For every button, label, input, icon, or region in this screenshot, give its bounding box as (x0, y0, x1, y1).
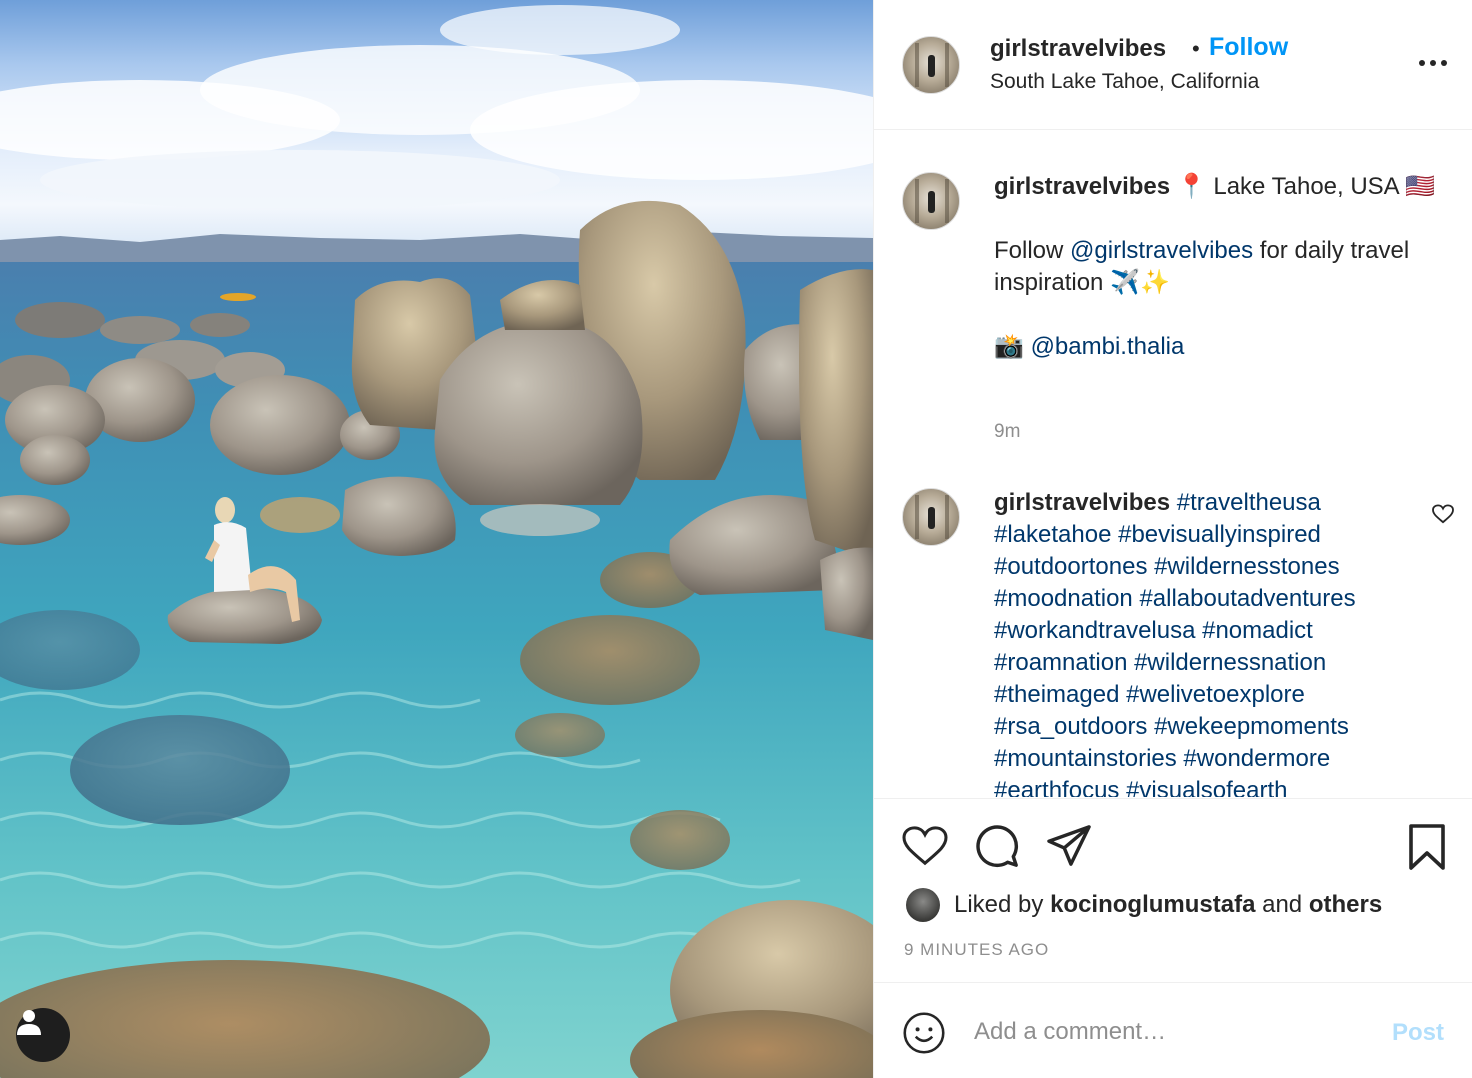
liked-by: Liked by kocinoglumustafa and others (906, 887, 1382, 923)
caption-time[interactable]: 9m (994, 421, 1020, 443)
comment-username[interactable]: girlstravelvibes (994, 489, 1170, 516)
flag-emoji: 🇺🇸 (1405, 173, 1435, 200)
post-actions: Liked by kocinoglumustafa and others 9 M… (874, 798, 1472, 982)
follow-button[interactable]: Follow (1209, 33, 1288, 62)
emoji-icon[interactable] (902, 1011, 946, 1060)
add-comment-bar: Post (874, 982, 1472, 1078)
save-bookmark-icon[interactable] (1406, 823, 1448, 876)
separator-dot: • (1192, 36, 1200, 61)
post-side-panel: girlstravelvibes • Follow South Lake Tah… (873, 0, 1472, 1078)
mention-photographer[interactable]: @bambi.thalia (1031, 333, 1185, 360)
share-paper-plane-icon[interactable] (1046, 825, 1092, 872)
mention-main[interactable]: @girlstravelvibes (1070, 237, 1253, 264)
post-header: girlstravelvibes • Follow South Lake Tah… (874, 0, 1472, 130)
location-link[interactable]: South Lake Tahoe, California (990, 70, 1259, 94)
post-comment-button[interactable]: Post (1392, 1019, 1444, 1047)
pin-emoji: 📍 (1176, 173, 1207, 200)
header-username[interactable]: girlstravelvibes (990, 35, 1166, 63)
caption-text: girlstravelvibes 📍 Lake Tahoe, USA 🇺🇸 Fo… (994, 171, 1456, 363)
caption-follow-prefix: Follow (994, 237, 1071, 264)
caption-avatar[interactable] (902, 172, 960, 230)
user-icon (17, 1010, 41, 1035)
comment-input[interactable] (974, 1009, 1374, 1055)
caption-location: Lake Tahoe, USA (1206, 173, 1406, 200)
liked-mid: and (1262, 891, 1303, 918)
liked-user[interactable]: kocinoglumustafa (1050, 891, 1255, 919)
post-time[interactable]: 9 MINUTES AGO (904, 940, 1049, 960)
user-tag-button[interactable] (16, 1008, 70, 1062)
like-comment-heart-icon[interactable] (1432, 504, 1454, 529)
more-options-icon[interactable] (1418, 54, 1448, 72)
like-heart-icon[interactable] (902, 825, 948, 872)
comment-bubble-icon[interactable] (974, 823, 1020, 874)
comments-area[interactable]: girlstravelvibes 📍 Lake Tahoe, USA 🇺🇸 Fo… (874, 131, 1472, 797)
camera-emoji: 📸 (994, 333, 1031, 360)
comment-avatar[interactable] (902, 488, 960, 546)
comment-text: girlstravelvibes #traveltheusa #laketaho… (994, 487, 1434, 797)
comment-hashtags[interactable]: #traveltheusa #laketahoe #bevisuallyinsp… (994, 489, 1356, 797)
liker-avatar[interactable] (906, 888, 940, 922)
lake-tahoe-photo (0, 5, 873, 1078)
avatar[interactable] (902, 36, 960, 94)
liked-prefix: Liked by (954, 891, 1044, 918)
caption-username[interactable]: girlstravelvibes (994, 173, 1170, 200)
post-photo[interactable] (0, 0, 873, 1078)
liked-others[interactable]: others (1309, 891, 1382, 919)
